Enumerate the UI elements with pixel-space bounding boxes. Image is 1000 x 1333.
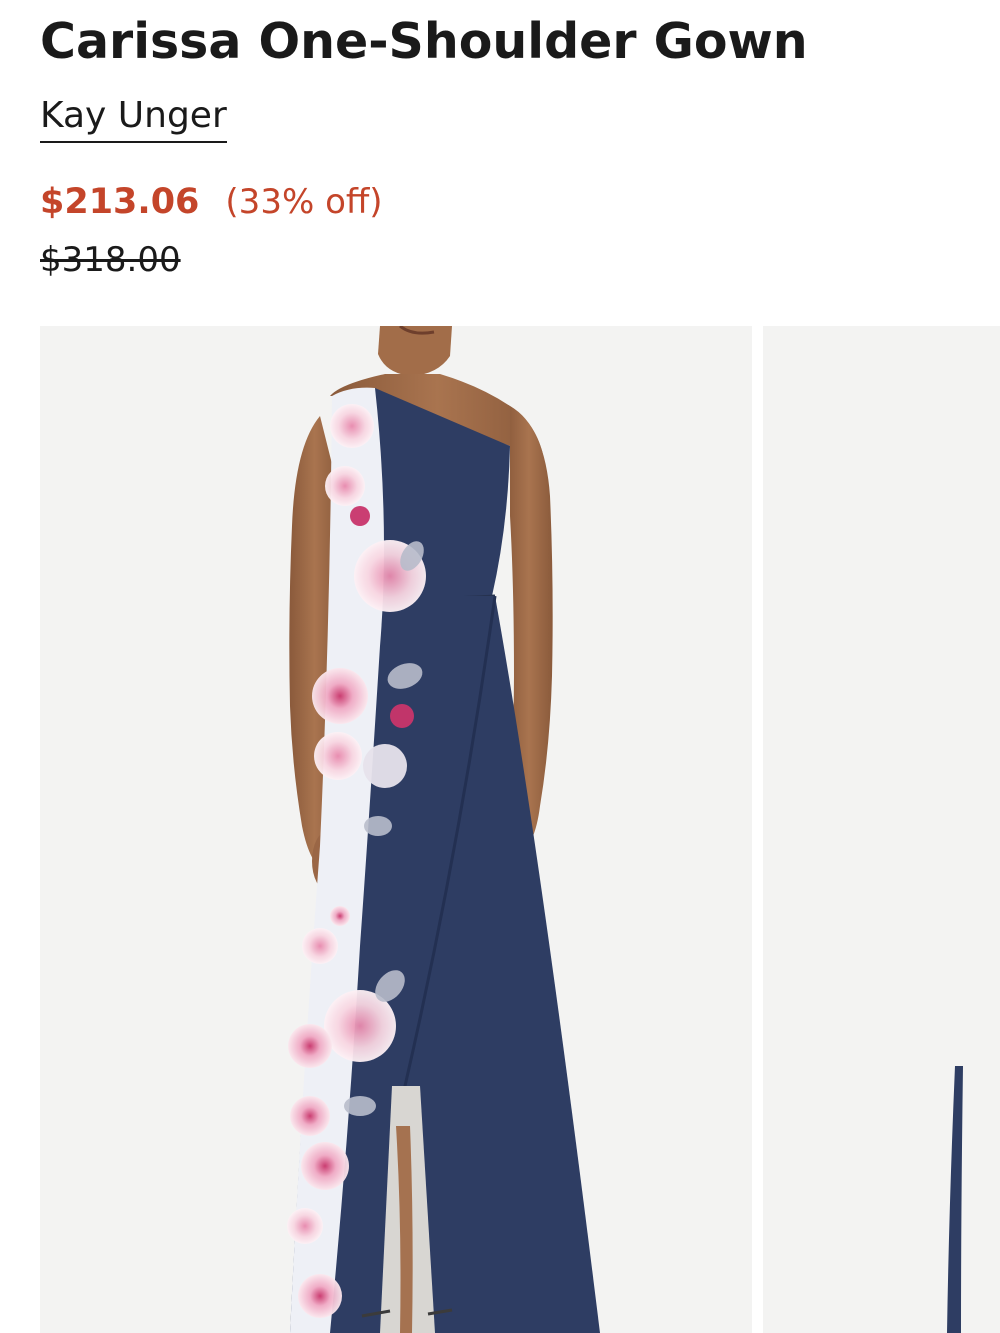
image-carousel[interactable] — [40, 326, 1000, 1333]
original-price: $318.00 — [40, 240, 181, 280]
price-row: $213.06 (33% off) — [40, 182, 383, 230]
brand-link[interactable]: Kay Unger — [40, 92, 227, 143]
product-image-main[interactable] — [40, 326, 752, 1333]
product-title: Carissa One-Shoulder Gown — [40, 13, 808, 70]
product-image-next[interactable] — [763, 326, 1000, 1333]
gown-photo-next-illustration — [947, 1066, 963, 1333]
product-page: Carissa One-Shoulder Gown Kay Unger $213… — [0, 0, 1000, 1333]
sale-price: $213.06 — [40, 182, 200, 222]
gown-photo-illustration — [287, 326, 600, 1333]
discount-label: (33% off) — [225, 182, 383, 222]
